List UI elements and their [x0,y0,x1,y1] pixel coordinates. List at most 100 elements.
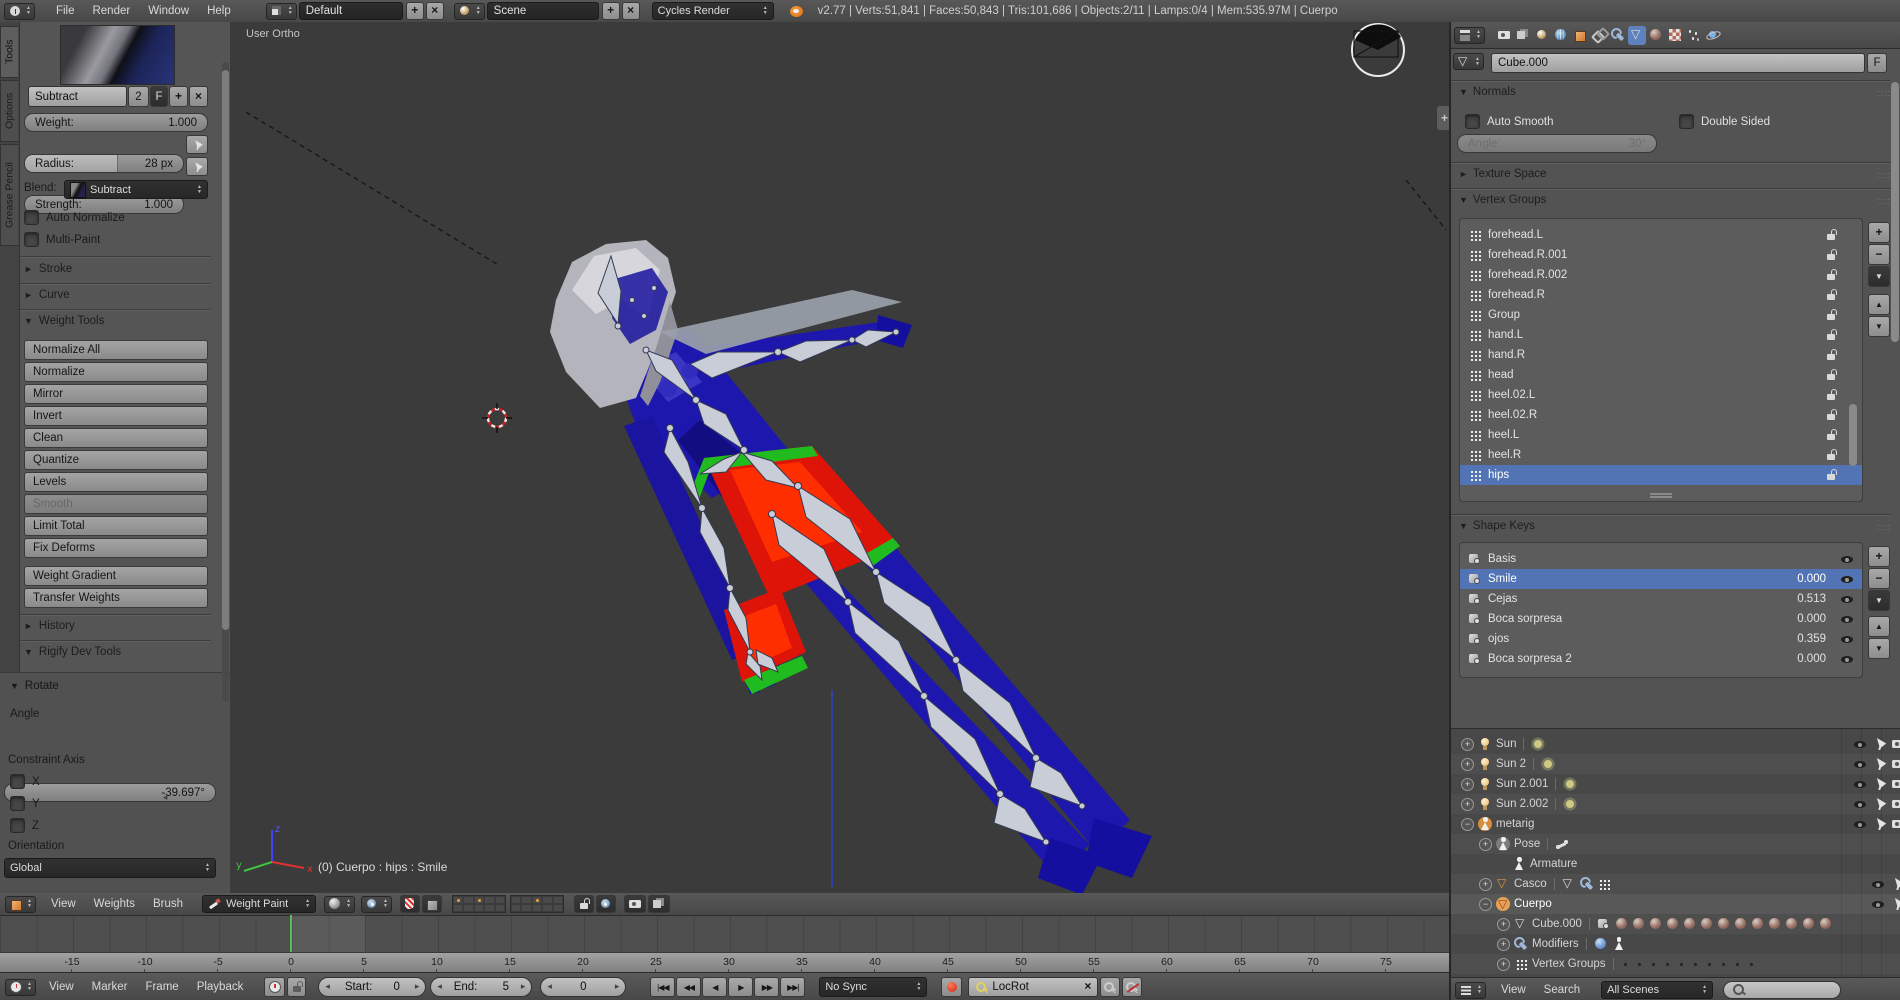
cam-icon[interactable] [1891,817,1900,831]
shape-key-value[interactable]: 0.000 [1797,653,1826,665]
render-engine-select[interactable]: Cycles Render [652,2,774,20]
orientation-select[interactable]: Global [4,858,216,878]
vertex-group-move-down-button[interactable] [1868,316,1890,337]
shape-key-row[interactable]: ojos0.359 [1460,629,1862,649]
topbar-menu-window[interactable]: Window [139,5,198,17]
pivot-point-select[interactable] [361,896,392,913]
outliner-item-sun[interactable]: +Sun [1451,734,1900,754]
radius-slider[interactable]: Radius:28 px [24,154,184,173]
screen-layout-name-field[interactable]: Default [299,2,403,20]
scene-browse-button[interactable] [454,3,485,20]
list-resize-grip[interactable] [1650,493,1672,495]
playback-range-button[interactable] [264,977,285,997]
vertex-group-row[interactable]: Group [1460,305,1862,325]
topbar-menu-file[interactable]: File [47,5,84,17]
delete-layout-button[interactable] [426,2,444,20]
panel-drag-dots[interactable]: :::: [1877,196,1891,206]
eye-icon[interactable] [1853,737,1867,751]
outliner-menu-search[interactable]: Search [1535,984,1589,996]
lock-icon[interactable] [1824,328,1838,342]
tool-button-limit-total[interactable]: Limit Total [24,516,208,536]
topbar-menu-help[interactable]: Help [198,5,240,17]
cursor-icon[interactable] [1872,777,1886,791]
auto-smooth-checkbox[interactable] [1465,114,1480,129]
shape-key-move-up-button[interactable] [1868,616,1890,637]
tool-button-transfer-weights[interactable]: Transfer Weights [24,588,208,608]
vertex-group-row[interactable]: heel.L [1460,425,1862,445]
properties-tab-material[interactable] [1647,26,1665,45]
lock-icon[interactable] [1824,448,1838,462]
outliner-item-metarig[interactable]: −metarig [1451,814,1900,834]
topbar-menu-render[interactable]: Render [83,5,139,17]
decrement-icon[interactable] [547,981,552,993]
shape-key-value[interactable]: 0.359 [1797,633,1826,645]
tool-button-levels[interactable]: Levels [24,472,208,492]
tool-button-normalize-all[interactable]: Normalize All [24,340,208,360]
tool-button-mirror[interactable]: Mirror [24,384,208,404]
expand-plus-icon[interactable]: + [1479,838,1492,851]
viewport-shading-select[interactable] [324,896,355,913]
panel-shape-keys[interactable]: ▼Shape Keys [1459,520,1535,532]
shape-keys-list[interactable]: BasisSmile0.000Cejas0.513Boca sorpresa0.… [1459,542,1863,678]
properties-tab-object[interactable] [1571,26,1589,45]
shape-key-row[interactable]: Boca sorpresa 20.000 [1460,649,1862,669]
add-layout-button[interactable] [406,2,424,20]
brush-unlink-button[interactable] [189,86,208,107]
expand-minus-icon[interactable]: − [1461,818,1474,831]
screen-layout-browse-button[interactable] [266,3,297,20]
timeline-menu-frame[interactable]: Frame [136,981,187,993]
eye-icon[interactable] [1840,572,1854,586]
auto-keyframe-toggle[interactable] [941,977,962,997]
shape-key-row[interactable]: Smile0.000 [1460,569,1862,589]
eye-icon[interactable] [1871,897,1885,911]
tab-grease-pencil[interactable]: Grease Pencil [0,144,18,246]
expand-plus-icon[interactable]: + [1461,778,1474,791]
eye-icon[interactable] [1853,757,1867,771]
shape-key-row[interactable]: Cejas0.513 [1460,589,1862,609]
brush-users-button[interactable]: 2 [128,86,149,107]
eye-icon[interactable] [1840,552,1854,566]
lock-icon[interactable] [1824,348,1838,362]
vertex-group-row[interactable]: forehead.R.002 [1460,265,1862,285]
double-sided-row[interactable]: Double Sided [1679,114,1770,129]
expand-plus-icon[interactable]: + [1461,758,1474,771]
editor-type-outliner-button[interactable] [1455,982,1486,999]
panel-drag-dots[interactable]: :::: [1877,522,1891,532]
layer-cell[interactable] [542,904,552,912]
cam-icon[interactable] [1891,737,1900,751]
next-keyframe-button[interactable]: ▶▶ [754,977,779,997]
editor-type-3dview-button[interactable] [5,896,36,913]
operator-title[interactable]: ▼Rotate [10,680,59,692]
delete-keyframe-button[interactable] [1122,977,1142,997]
render-opengl-button[interactable] [624,895,646,913]
editor-type-properties-button[interactable] [1454,27,1485,44]
eye-icon[interactable] [1840,632,1854,646]
layer-cell[interactable] [453,896,463,904]
viewport-canvas[interactable]: z y x [230,22,1450,893]
brush-name-field[interactable]: Subtract [28,86,127,107]
outliner-item-pose[interactable]: +Pose [1451,834,1900,854]
axis-y-checkbox[interactable] [10,796,25,811]
end-frame-field[interactable]: End: 5 [430,977,532,997]
layer-cell[interactable] [511,904,521,912]
datablock-name-field[interactable]: Cube.000 [1491,53,1865,73]
layer-cell[interactable] [511,896,521,904]
jump-to-start-button[interactable]: |◀◀ [650,977,675,997]
tool-button-fix-deforms[interactable]: Fix Deforms [24,538,208,558]
start-frame-field[interactable]: Start: 0 [318,977,426,997]
properties-tab-render[interactable] [1495,26,1513,45]
cursor-icon[interactable] [1890,877,1900,891]
lock-icon[interactable] [1824,468,1838,482]
viewport-menu-brush[interactable]: Brush [144,898,192,910]
lock-range-button[interactable] [287,977,306,997]
auto-smooth-row[interactable]: Auto Smooth [1465,114,1553,129]
vertex-group-row[interactable]: heel.R [1460,445,1862,465]
constraint-axis-x[interactable]: X [10,774,40,789]
timeline-menu-view[interactable]: View [40,981,83,993]
timeline-menu-marker[interactable]: Marker [83,981,137,993]
editor-type-timeline-button[interactable] [5,979,36,996]
tool-button-clean[interactable]: Clean [24,428,208,448]
properties-tab-render-layers[interactable] [1514,26,1532,45]
lock-icon[interactable] [1824,228,1838,242]
fake-user-button[interactable]: F [1867,53,1887,73]
